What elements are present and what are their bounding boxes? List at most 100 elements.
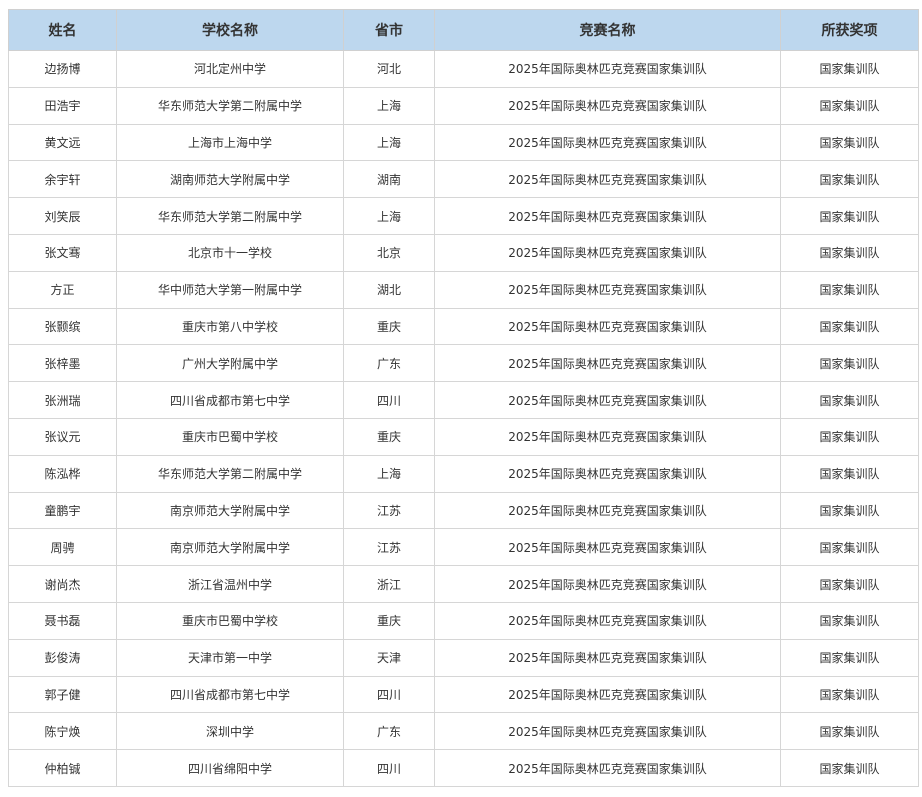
cell-province: 四川 xyxy=(343,675,435,714)
cell-competition: 2025年国际奥林匹克竞赛国家集训队 xyxy=(434,381,781,419)
cell-competition: 2025年国际奥林匹克竞赛国家集训队 xyxy=(434,675,781,714)
cell-competition: 2025年国际奥林匹克竞赛国家集训队 xyxy=(434,160,781,199)
cell-competition: 2025年国际奥林匹克竞赛国家集训队 xyxy=(434,307,781,346)
table-row: 方正 华中师范大学第一附属中学 湖北 2025年国际奥林匹克竞赛国家集训队 国家集训队 xyxy=(8,270,919,309)
cell-award: 国家集训队 xyxy=(780,712,919,751)
table-row: 张颢缤 重庆市第八中学校 重庆 2025年国际奥林匹克竞赛国家集训队 国家集训队 xyxy=(8,307,919,346)
cell-award: 国家集训队 xyxy=(780,197,919,235)
cell-school: 华东师范大学第二附属中学 xyxy=(116,86,344,125)
cell-award: 国家集训队 xyxy=(780,381,919,419)
table-row: 陈泓桦 华东师范大学第二附属中学 上海 2025年国际奥林匹克竞赛国家集训队 国家集训队 xyxy=(8,454,919,493)
cell-province: 上海 xyxy=(343,86,435,125)
cell-competition: 2025年国际奥林匹克竞赛国家集训队 xyxy=(434,233,781,272)
cell-competition: 2025年国际奥林匹克竞赛国家集训队 xyxy=(434,197,781,235)
cell-name: 童鹏宇 xyxy=(8,491,117,530)
table-row: 周骋 南京师范大学附属中学 江苏 2025年国际奥林匹克竞赛国家集训队 国家集训队 xyxy=(8,528,919,567)
table-row: 余宇轩 湖南师范大学附属中学 湖南 2025年国际奥林匹克竞赛国家集训队 国家集训队 xyxy=(8,160,919,199)
cell-school: 湖南师范大学附属中学 xyxy=(116,160,344,199)
cell-award: 国家集训队 xyxy=(780,344,919,383)
cell-name: 张文骞 xyxy=(8,233,117,272)
cell-award: 国家集训队 xyxy=(780,675,919,714)
cell-competition: 2025年国际奥林匹克竞赛国家集训队 xyxy=(434,638,781,677)
cell-province: 浙江 xyxy=(343,565,435,603)
table-row: 张文骞 北京市十一学校 北京 2025年国际奥林匹克竞赛国家集训队 国家集训队 xyxy=(8,233,919,272)
table-row: 仲柏铖 四川省绵阳中学 四川 2025年国际奥林匹克竞赛国家集训队 国家集训队 xyxy=(8,749,919,787)
cell-school: 华东师范大学第二附属中学 xyxy=(116,197,344,235)
cell-school: 华中师范大学第一附属中学 xyxy=(116,270,344,309)
cell-province: 广东 xyxy=(343,712,435,751)
cell-province: 江苏 xyxy=(343,491,435,530)
cell-school: 河北定州中学 xyxy=(116,50,344,88)
header-award: 所获奖项 xyxy=(780,9,919,51)
cell-province: 广东 xyxy=(343,344,435,383)
cell-competition: 2025年国际奥林匹克竞赛国家集训队 xyxy=(434,123,781,162)
cell-school: 深圳中学 xyxy=(116,712,344,751)
cell-competition: 2025年国际奥林匹克竞赛国家集训队 xyxy=(434,454,781,493)
cell-province: 重庆 xyxy=(343,601,435,640)
cell-name: 余宇轩 xyxy=(8,160,117,199)
cell-province: 湖北 xyxy=(343,270,435,309)
cell-award: 国家集训队 xyxy=(780,233,919,272)
cell-name: 谢尚杰 xyxy=(8,565,117,603)
cell-province: 上海 xyxy=(343,454,435,493)
table-row: 彭俊涛 天津市第一中学 天津 2025年国际奥林匹克竞赛国家集训队 国家集训队 xyxy=(8,638,919,677)
table-row: 陈宁焕 深圳中学 广东 2025年国际奥林匹克竞赛国家集训队 国家集训队 xyxy=(8,712,919,751)
cell-school: 天津市第一中学 xyxy=(116,638,344,677)
cell-school: 重庆市巴蜀中学校 xyxy=(116,601,344,640)
results-table-container: 姓名 学校名称 省市 竞赛名称 所获奖项 边扬博 河北定州中学 河北 2025年国际奥… xyxy=(8,9,919,787)
table-row: 刘笑辰 华东师范大学第二附属中学 上海 2025年国际奥林匹克竞赛国家集训队 国家集训队 xyxy=(8,197,919,235)
table-row: 聂书磊 重庆市巴蜀中学校 重庆 2025年国际奥林匹克竞赛国家集训队 国家集训队 xyxy=(8,601,919,640)
cell-competition: 2025年国际奥林匹克竞赛国家集训队 xyxy=(434,491,781,530)
cell-name: 周骋 xyxy=(8,528,117,567)
cell-award: 国家集训队 xyxy=(780,123,919,162)
table-row: 童鹏宇 南京师范大学附属中学 江苏 2025年国际奥林匹克竞赛国家集训队 国家集训队 xyxy=(8,491,919,530)
table-row: 郭子健 四川省成都市第七中学 四川 2025年国际奥林匹克竞赛国家集训队 国家集训队 xyxy=(8,675,919,714)
cell-award: 国家集训队 xyxy=(780,638,919,677)
cell-province: 北京 xyxy=(343,233,435,272)
cell-name: 张洲瑞 xyxy=(8,381,117,419)
header-province: 省市 xyxy=(343,9,435,51)
cell-name: 边扬博 xyxy=(8,50,117,88)
cell-province: 江苏 xyxy=(343,528,435,567)
table-row: 谢尚杰 浙江省温州中学 浙江 2025年国际奥林匹克竞赛国家集训队 国家集训队 xyxy=(8,565,919,603)
cell-competition: 2025年国际奥林匹克竞赛国家集训队 xyxy=(434,601,781,640)
cell-competition: 2025年国际奥林匹克竞赛国家集训队 xyxy=(434,565,781,603)
header-competition: 竞赛名称 xyxy=(434,9,781,51)
cell-school: 浙江省温州中学 xyxy=(116,565,344,603)
cell-competition: 2025年国际奥林匹克竞赛国家集训队 xyxy=(434,270,781,309)
cell-school: 北京市十一学校 xyxy=(116,233,344,272)
cell-school: 重庆市巴蜀中学校 xyxy=(116,417,344,456)
cell-award: 国家集训队 xyxy=(780,565,919,603)
cell-award: 国家集训队 xyxy=(780,417,919,456)
cell-competition: 2025年国际奥林匹克竞赛国家集训队 xyxy=(434,86,781,125)
cell-name: 方正 xyxy=(8,270,117,309)
results-table: 姓名 学校名称 省市 竞赛名称 所获奖项 边扬博 河北定州中学 河北 2025年国际奥… xyxy=(8,9,919,787)
cell-school: 华东师范大学第二附属中学 xyxy=(116,454,344,493)
cell-competition: 2025年国际奥林匹克竞赛国家集训队 xyxy=(434,417,781,456)
header-name: 姓名 xyxy=(8,9,117,51)
cell-school: 四川省成都市第七中学 xyxy=(116,675,344,714)
cell-name: 郭子健 xyxy=(8,675,117,714)
table-row: 张议元 重庆市巴蜀中学校 重庆 2025年国际奥林匹克竞赛国家集训队 国家集训队 xyxy=(8,417,919,456)
cell-name: 陈宁焕 xyxy=(8,712,117,751)
cell-province: 重庆 xyxy=(343,417,435,456)
table-row: 田浩宇 华东师范大学第二附属中学 上海 2025年国际奥林匹克竞赛国家集训队 国家集训队 xyxy=(8,86,919,125)
cell-province: 河北 xyxy=(343,50,435,88)
cell-province: 上海 xyxy=(343,123,435,162)
cell-award: 国家集训队 xyxy=(780,160,919,199)
cell-name: 彭俊涛 xyxy=(8,638,117,677)
table-row: 黄文远 上海市上海中学 上海 2025年国际奥林匹克竞赛国家集训队 国家集训队 xyxy=(8,123,919,162)
cell-school: 广州大学附属中学 xyxy=(116,344,344,383)
cell-award: 国家集训队 xyxy=(780,50,919,88)
cell-school: 南京师范大学附属中学 xyxy=(116,491,344,530)
cell-province: 四川 xyxy=(343,381,435,419)
cell-school: 四川省绵阳中学 xyxy=(116,749,344,787)
cell-award: 国家集训队 xyxy=(780,270,919,309)
cell-award: 国家集训队 xyxy=(780,749,919,787)
cell-province: 上海 xyxy=(343,197,435,235)
cell-school: 重庆市第八中学校 xyxy=(116,307,344,346)
header-row: 姓名 学校名称 省市 竞赛名称 所获奖项 xyxy=(8,9,919,51)
cell-name: 聂书磊 xyxy=(8,601,117,640)
cell-award: 国家集训队 xyxy=(780,307,919,346)
table-row: 张梓墨 广州大学附属中学 广东 2025年国际奥林匹克竞赛国家集训队 国家集训队 xyxy=(8,344,919,383)
